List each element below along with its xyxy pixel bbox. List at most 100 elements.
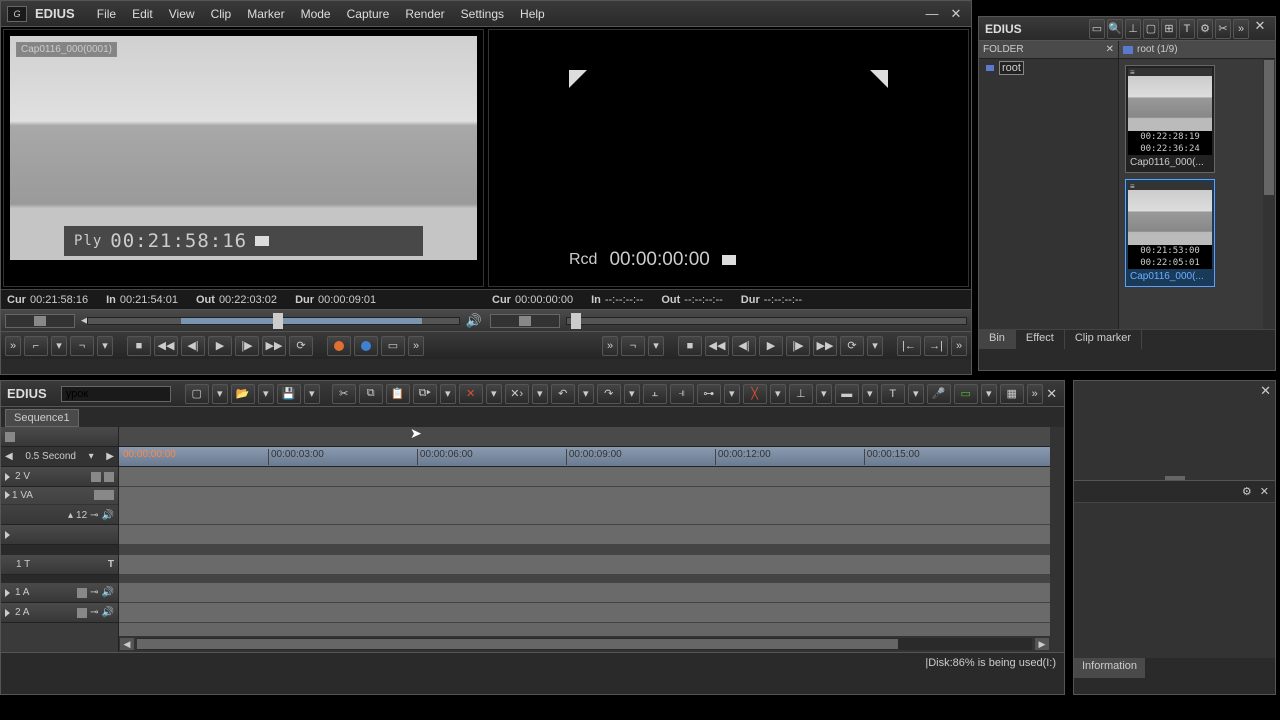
bin-text-button[interactable]: T <box>1179 19 1195 39</box>
dropdown-icon[interactable]: ▾ <box>304 384 320 404</box>
sequence-name-input[interactable] <box>61 386 171 402</box>
menu-help[interactable]: Help <box>512 4 553 24</box>
copy-button[interactable]: ⧉ <box>359 384 383 404</box>
track-expand[interactable] <box>1 525 118 545</box>
tool-c-button[interactable]: ⊶ <box>697 384 721 404</box>
rewind-button[interactable]: ◀◀ <box>154 336 178 356</box>
stop-button[interactable]: ■ <box>678 336 702 356</box>
menu-clip[interactable]: Clip <box>203 4 240 24</box>
loop-button[interactable]: ⟳ <box>840 336 864 356</box>
clip-thumb-2[interactable]: ≡ 00:21:53:00 00:22:05:01 Cap0116_000(..… <box>1125 179 1215 287</box>
minimize-button[interactable]: — <box>923 7 941 21</box>
tool-d-button[interactable]: ╳ <box>743 384 767 404</box>
tracks-area[interactable]: 00:00:00:00 00:00:03:00 00:00:06:00 00:0… <box>119 427 1050 652</box>
fast-forward-button[interactable]: ▶▶ <box>813 336 837 356</box>
dropdown-icon[interactable]: ▾ <box>486 384 502 404</box>
loop-button[interactable]: ⟳ <box>289 336 313 356</box>
dropdown-icon[interactable]: ▾ <box>981 384 997 404</box>
track-header-a2[interactable]: 2 A⊸🔊 <box>1 603 118 623</box>
menu-mode[interactable]: Mode <box>293 4 339 24</box>
set-in-button[interactable]: ⌐ <box>24 336 48 356</box>
render-button[interactable]: ▭ <box>954 384 978 404</box>
dropdown-icon[interactable]: ▾ <box>908 384 924 404</box>
track-lane-v2[interactable] <box>119 467 1050 487</box>
folder-root[interactable]: root <box>979 59 1118 77</box>
track-lane-exp[interactable] <box>119 525 1050 545</box>
info-close-button[interactable]: ✕ <box>1260 383 1271 399</box>
bin-tree-button[interactable]: ⊥ <box>1125 19 1141 39</box>
dropdown-icon[interactable]: ▾ <box>648 336 664 356</box>
audio-icon[interactable]: 🔊 <box>466 313 482 329</box>
dropdown-icon[interactable]: ▾ <box>258 384 274 404</box>
layout-button[interactable]: ▦ <box>1000 384 1024 404</box>
dropdown-icon[interactable]: ▾ <box>770 384 786 404</box>
info-settings-icon[interactable]: ⚙ <box>1242 485 1252 498</box>
dropdown-icon[interactable]: ▾ <box>578 384 594 404</box>
dropdown-icon[interactable]: ▾ <box>440 384 456 404</box>
dropdown-icon[interactable]: ▾ <box>212 384 228 404</box>
dropdown-icon[interactable]: ▾ <box>51 336 67 356</box>
bin-settings-button[interactable]: ⚙ <box>1197 19 1213 39</box>
dropdown-icon[interactable]: ▾ <box>532 384 548 404</box>
dropdown-icon[interactable]: ▾ <box>862 384 878 404</box>
redo-button[interactable]: ↷ <box>597 384 621 404</box>
title-button[interactable]: T <box>881 384 905 404</box>
more-button[interactable]: » <box>951 336 967 356</box>
more-button[interactable]: » <box>1027 384 1043 404</box>
dropdown-icon[interactable]: ▾ <box>97 336 113 356</box>
info-close-icon[interactable]: ✕ <box>1260 485 1269 498</box>
open-button[interactable]: 📂 <box>231 384 255 404</box>
dropdown-icon[interactable]: ▾ <box>816 384 832 404</box>
next-frame-button[interactable]: |▶ <box>786 336 810 356</box>
source-scrubber[interactable] <box>87 317 460 325</box>
tool-b-button[interactable]: ⫣ <box>670 384 694 404</box>
dropdown-icon[interactable]: ▾ <box>867 336 883 356</box>
go-out-button[interactable]: →| <box>924 336 948 356</box>
track-lane-t1[interactable] <box>119 555 1050 575</box>
tab-bin[interactable]: Bin <box>979 330 1016 349</box>
set-out-button[interactable]: ¬ <box>70 336 94 356</box>
delete-button[interactable]: ✕ <box>459 384 483 404</box>
save-button[interactable]: 💾 <box>277 384 301 404</box>
track-header-v2[interactable]: 2 V <box>1 467 118 487</box>
menu-edit[interactable]: Edit <box>124 4 161 24</box>
menu-file[interactable]: File <box>89 4 124 24</box>
bin-close-button[interactable]: ✕ <box>1251 19 1269 33</box>
set-out-button[interactable]: ¬ <box>621 336 645 356</box>
track-header-t1[interactable]: 1 TT <box>1 555 118 575</box>
menu-capture[interactable]: Capture <box>339 4 398 24</box>
paste-button[interactable]: 📋 <box>386 384 410 404</box>
track-header-a1[interactable]: 1 A⊸🔊 <box>1 583 118 603</box>
fast-forward-button[interactable]: ▶▶ <box>262 336 286 356</box>
track-lane-a2[interactable] <box>119 603 1050 623</box>
clips-vscroll[interactable] <box>1263 59 1275 329</box>
drag-handle-icon[interactable] <box>1165 476 1185 480</box>
tool-a-button[interactable]: ⫠ <box>643 384 667 404</box>
next-frame-button[interactable]: |▶ <box>235 336 259 356</box>
dropdown-icon[interactable]: ▾ <box>724 384 740 404</box>
scroll-right-button[interactable]: ▶ <box>1034 637 1050 651</box>
voiceover-button[interactable]: 🎤 <box>927 384 951 404</box>
bin-props-button[interactable]: ⊞ <box>1161 19 1177 39</box>
track-header-va1[interactable]: 1 VA ▴12⊸🔊 <box>1 487 118 525</box>
dropdown-icon[interactable]: ▾ <box>624 384 640 404</box>
menu-render[interactable]: Render <box>397 4 452 24</box>
timeline-hscroll[interactable]: ◀ ▶ <box>119 636 1050 652</box>
track-lane-va1[interactable] <box>119 487 1050 525</box>
timeline-ruler[interactable]: 00:00:00:00 00:00:03:00 00:00:06:00 00:0… <box>119 447 1050 467</box>
prev-frame-button[interactable]: ◀| <box>181 336 205 356</box>
folder-close-icon[interactable]: ✕ <box>1106 44 1114 55</box>
undo-button[interactable]: ↶ <box>551 384 575 404</box>
cut-button[interactable]: ✂ <box>332 384 356 404</box>
prev-frame-button[interactable]: ◀| <box>732 336 756 356</box>
menu-view[interactable]: View <box>161 4 203 24</box>
tool-e-button[interactable]: ⊥ <box>789 384 813 404</box>
expand-button[interactable]: » <box>602 336 618 356</box>
timeline-close-button[interactable]: ✕ <box>1043 387 1061 401</box>
insert-button[interactable]: ▭ <box>381 336 405 356</box>
bin-more-button[interactable]: » <box>1233 19 1249 39</box>
close-button[interactable]: ✕ <box>947 7 965 21</box>
track-header-top[interactable] <box>1 427 118 447</box>
expand-button[interactable]: » <box>5 336 21 356</box>
more-button[interactable]: » <box>408 336 424 356</box>
